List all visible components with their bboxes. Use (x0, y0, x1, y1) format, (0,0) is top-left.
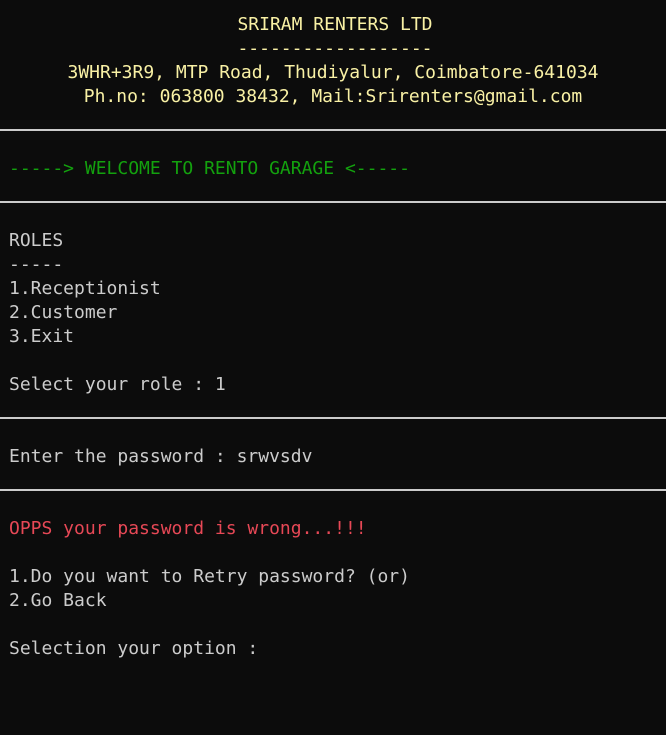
separator-line (0, 129, 666, 131)
option-prompt[interactable]: Selection your option : (9, 637, 258, 661)
separator-line (0, 417, 666, 419)
company-name: SRIRAM RENTERS LTD (237, 14, 433, 35)
roles-title-underline: ----- (9, 254, 64, 275)
option-go-back: 2.Go Back (9, 590, 107, 611)
separator-line (0, 201, 666, 203)
separator-line (0, 489, 666, 491)
option-retry-password: 1.Do you want to Retry password? (or) (9, 566, 410, 587)
roles-title: ROLES (9, 230, 64, 251)
role-prompt[interactable]: Select your role : 1 (9, 373, 226, 397)
error-message: OPPS your password is wrong...!!! (9, 518, 367, 539)
welcome-banner: -----> WELCOME TO RENTO GARAGE <----- (9, 158, 410, 179)
role-option-exit: 3.Exit (9, 326, 75, 347)
company-address: 3WHR+3R9, MTP Road, Thudiyalur, Coimbato… (67, 62, 599, 83)
company-contact: Ph.no: 063800 38432, Mail:Srirenters@gma… (83, 86, 583, 107)
role-option-receptionist: 1.Receptionist (9, 278, 161, 299)
role-option-customer: 2.Customer (9, 302, 118, 323)
password-prompt[interactable]: Enter the password : srwvsdv (9, 445, 312, 469)
company-name-underline: ------------------ (237, 38, 433, 59)
